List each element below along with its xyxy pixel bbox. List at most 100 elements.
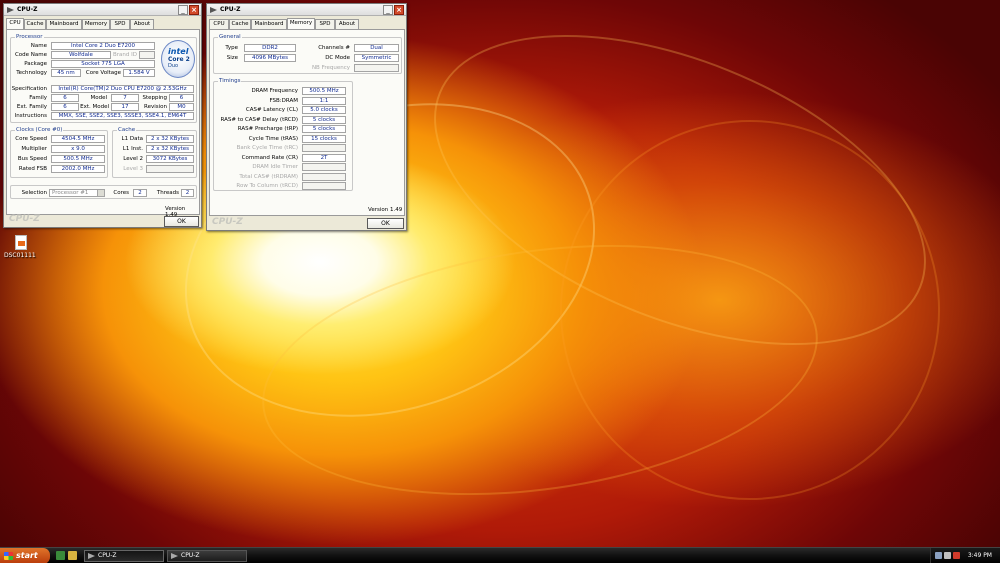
type-value: DDR2 — [244, 44, 296, 52]
timing-label: RAS# to CAS# Delay (tRCD) — [220, 116, 298, 123]
ok-button[interactable]: OK — [164, 216, 199, 227]
nb-frequency-value — [354, 64, 399, 72]
name-value: Intel Core 2 Duo E7200 — [51, 42, 155, 50]
stepping-value: 6 — [169, 94, 194, 102]
group-title: Timings — [218, 78, 242, 84]
rated-fsb-label: Rated FSB — [18, 166, 47, 172]
technology-label: Technology — [16, 70, 47, 76]
channels-label: Channels # — [318, 45, 350, 51]
ok-button[interactable]: OK — [367, 218, 404, 229]
level3-label: Level 3 — [123, 166, 143, 172]
tab-memory[interactable]: Memory — [287, 18, 315, 29]
specification-label: Specification — [11, 86, 47, 92]
timing-label: CAS# Latency (CL) — [245, 107, 298, 113]
instructions-value: MMX, SSE, SSE2, SSE3, SSSE3, SSE4.1, EM6… — [51, 112, 194, 120]
volume-icon[interactable] — [944, 552, 951, 559]
minimize-button[interactable]: _ — [178, 5, 188, 15]
window-title: CPU-Z — [220, 6, 241, 13]
family-label: Family — [29, 95, 47, 101]
cores-value: 2 — [133, 189, 147, 197]
taskbar: start CPU-Z CPU-Z 3:49 PM — [0, 547, 1000, 563]
security-alert-icon[interactable] — [953, 552, 960, 559]
tab-cpu[interactable]: CPU — [209, 19, 229, 29]
timing-label: Row To Column (tRCD) — [236, 183, 298, 189]
bus-speed-label: Bus Speed — [17, 156, 47, 162]
model-value: 7 — [111, 94, 139, 102]
group-title: General — [218, 34, 242, 40]
close-button[interactable]: × — [189, 5, 199, 15]
tab-mainboard[interactable]: Mainboard — [46, 19, 82, 29]
rated-fsb-value: 2002.0 MHz — [51, 165, 105, 173]
timing-value: 5.0 clocks — [302, 106, 346, 114]
timing-label: Cycle Time (tRAS) — [248, 135, 298, 142]
taskbar-button-cpuz-1[interactable]: CPU-Z — [84, 550, 164, 562]
image-file-icon — [15, 235, 27, 250]
taskbar-button-cpuz-2[interactable]: CPU-Z — [167, 550, 247, 562]
timing-value: 5 clocks — [302, 125, 346, 133]
memory-tab-panel: General Type DDR2 Size 4096 MBytes Chann… — [209, 29, 405, 216]
brand-id-label: Brand ID — [113, 52, 137, 58]
cores-label: Cores — [113, 190, 129, 196]
group-title: Clocks (Core #0) — [15, 127, 64, 133]
channels-value: Dual — [354, 44, 399, 52]
cpu-tab-panel: Processor Name Intel Core 2 Duo E7200 Co… — [6, 29, 200, 218]
timing-value: 5 clocks — [302, 115, 346, 124]
window-title: CPU-Z — [17, 6, 38, 13]
timing-value: 1:1 — [302, 96, 346, 105]
type-label: Type — [225, 45, 238, 51]
cpuz-app-icon — [171, 553, 178, 559]
cpuz-memory-window[interactable]: CPU-Z _ × CPU Cache Mainboard Memory SPD… — [206, 3, 407, 231]
revision-label: Revision — [144, 104, 167, 110]
timing-value — [302, 163, 346, 171]
title-bar[interactable]: CPU-Z _ × — [4, 4, 201, 16]
tab-mainboard[interactable]: Mainboard — [251, 19, 287, 29]
brand-id-value — [139, 51, 155, 59]
title-bar[interactable]: CPU-Z _ × — [207, 4, 406, 16]
level3-value — [146, 165, 194, 173]
core-voltage-value: 1.584 V — [123, 69, 155, 77]
tab-cpu[interactable]: CPU — [6, 18, 24, 29]
close-button[interactable]: × — [394, 5, 404, 15]
ext-model-label: Ext. Model — [80, 104, 109, 110]
start-button[interactable]: start — [0, 548, 50, 563]
timing-value: 500.5 MHz — [302, 87, 346, 95]
tab-about[interactable]: About — [335, 19, 359, 29]
core-voltage-label: Core Voltage — [85, 70, 121, 76]
cpuz-app-icon — [7, 7, 14, 13]
level2-label: Level 2 — [123, 156, 143, 162]
tab-cache[interactable]: Cache — [24, 19, 46, 29]
tab-about[interactable]: About — [130, 19, 154, 29]
clock: 3:49 PM — [967, 552, 992, 559]
tab-memory[interactable]: Memory — [82, 19, 110, 29]
dc-mode-value: Symmetric — [354, 54, 399, 62]
folder-icon[interactable] — [68, 551, 77, 560]
threads-label: Threads — [156, 190, 179, 196]
chevron-down-icon[interactable] — [97, 190, 104, 196]
l1-data-value: 2 x 32 KBytes — [146, 135, 194, 143]
cpuz-brand-watermark: CPU-Z — [9, 214, 40, 224]
tab-cache[interactable]: Cache — [229, 19, 251, 29]
name-label: Name — [30, 43, 47, 49]
tab-spd[interactable]: SPD — [110, 19, 130, 29]
timing-value — [302, 182, 346, 190]
package-value: Socket 775 LGA — [51, 60, 155, 68]
minimize-button[interactable]: _ — [383, 5, 393, 15]
desktop-icon-file[interactable]: DSC01111 — [4, 235, 38, 259]
core-speed-value: 4504.5 MHz — [51, 135, 105, 143]
windows-flag-icon — [4, 552, 13, 560]
show-desktop-icon[interactable] — [56, 551, 65, 560]
timing-label: FSB:DRAM — [269, 97, 298, 104]
package-label: Package — [24, 61, 47, 67]
timing-label: Bank Cycle Time (tRC) — [236, 145, 298, 151]
nb-frequency-label: NB Frequency — [311, 65, 350, 71]
processor-select[interactable]: Processor #1 — [49, 189, 105, 197]
timing-label: Command Rate (CR) — [241, 154, 298, 161]
cpuz-brand-watermark: CPU-Z — [212, 217, 243, 227]
tab-spd[interactable]: SPD — [315, 19, 335, 29]
network-icon[interactable] — [935, 552, 942, 559]
intel-core2-duo-logo: intel Core 2 Duo — [161, 40, 195, 78]
cpuz-cpu-window[interactable]: CPU-Z _ × CPU Cache Mainboard Memory SPD… — [3, 3, 202, 228]
ext-family-label: Ext. Family — [16, 104, 47, 110]
ext-model-value: 17 — [111, 103, 139, 111]
specification-value: Intel(R) Core(TM)2 Duo CPU E7200 @ 2.53G… — [51, 85, 194, 93]
